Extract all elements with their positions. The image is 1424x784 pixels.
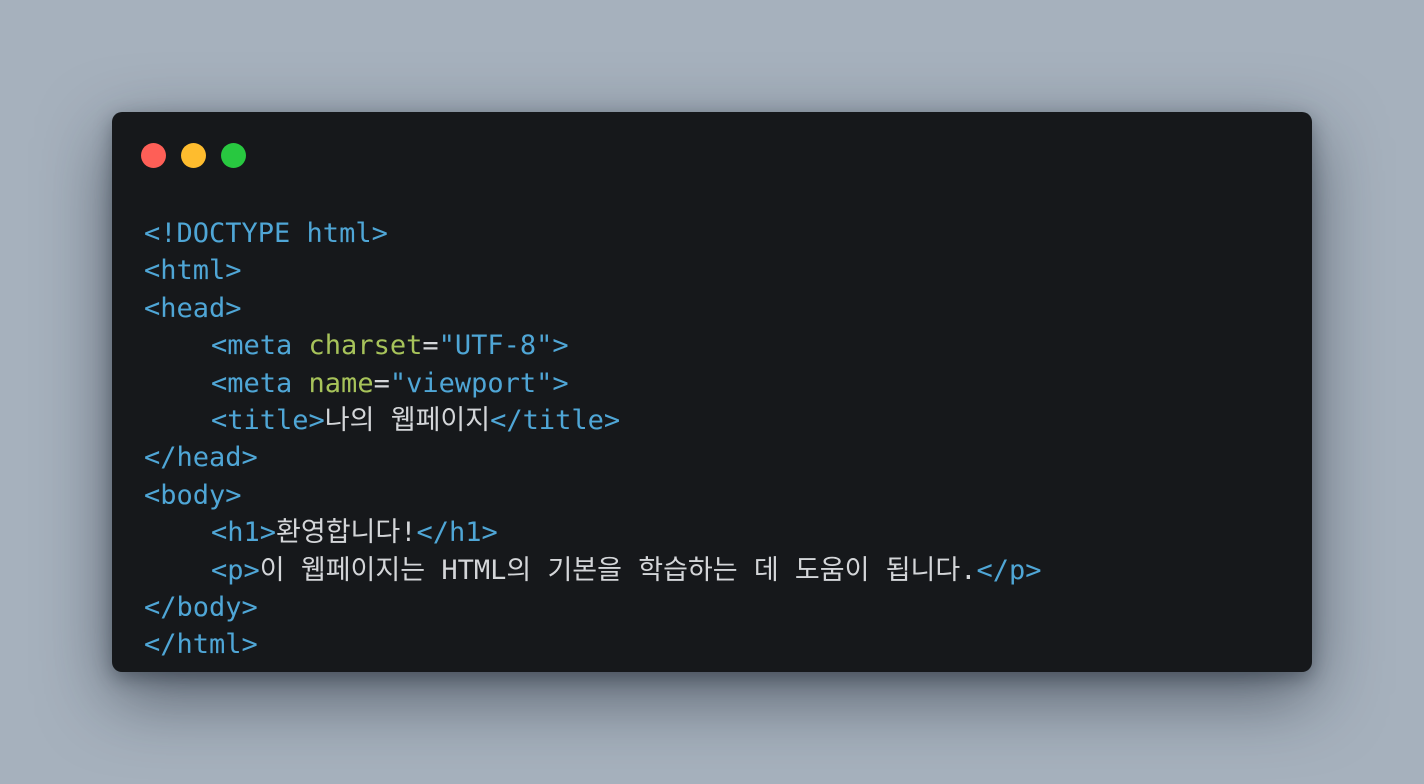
code-line-doctype: <!DOCTYPE html> (144, 215, 1042, 252)
window-controls (141, 143, 246, 168)
code-line-paragraph: <p>이 웹페이지는 HTML의 기본을 학습하는 데 도움이 됩니다.</p> (144, 552, 1042, 589)
h1-text: 환영합니다! (276, 517, 417, 549)
code-line-body-close: </body> (144, 589, 1042, 626)
h1-open-tag: <h1> (211, 517, 277, 549)
p-open-tag: <p> (211, 554, 260, 586)
title-text: 나의 웹페이지 (324, 404, 491, 436)
code-window: <!DOCTYPE html> <html> <head> <meta charset… (112, 112, 1312, 672)
equals-sign: = (373, 367, 390, 399)
head-close-tag: </head> (144, 442, 258, 474)
body-close-tag: </body> (144, 591, 258, 623)
code-line-head-open: <head> (144, 290, 1042, 327)
code-line-body-open: <body> (144, 477, 1042, 514)
code-line-h1: <h1>환영합니다!</h1> (144, 514, 1042, 551)
body-open-tag: <body> (144, 479, 242, 511)
charset-attribute: charset (308, 330, 423, 362)
maximize-dot-icon[interactable] (221, 143, 246, 168)
equals-sign: = (422, 330, 439, 362)
close-dot-icon[interactable] (141, 143, 166, 168)
minimize-dot-icon[interactable] (181, 143, 206, 168)
code-block: <!DOCTYPE html> <html> <head> <meta charset… (144, 215, 1042, 664)
title-close-tag: </title> (490, 404, 621, 436)
meta-open-token: <meta (211, 367, 309, 399)
code-line-meta-charset: <meta charset="UTF-8"> (144, 327, 1042, 364)
tag-close-bracket: > (552, 367, 569, 399)
code-line-html-close: </html> (144, 626, 1042, 663)
code-line-html-open: <html> (144, 252, 1042, 289)
title-open-tag: <title> (211, 404, 325, 436)
doctype-token: <!DOCTYPE html> (144, 218, 388, 249)
html-close-tag: </html> (144, 629, 258, 661)
html-open-tag: <html> (144, 255, 242, 287)
name-attribute: name (308, 367, 374, 399)
code-line-title: <title>나의 웹페이지</title> (144, 402, 1042, 439)
charset-value: "UTF-8" (438, 330, 553, 362)
code-line-meta-viewport: <meta name="viewport"> (144, 365, 1042, 402)
p-close-tag: </p> (976, 554, 1042, 586)
paragraph-text: 이 웹페이지는 HTML의 기본을 학습하는 데 도움이 됩니다. (259, 554, 977, 586)
head-open-tag: <head> (144, 292, 242, 324)
tag-close-bracket: > (552, 330, 569, 362)
meta-open-token: <meta (211, 330, 309, 362)
h1-close-tag: </h1> (416, 517, 498, 549)
code-line-head-close: </head> (144, 439, 1042, 476)
name-value: "viewport" (389, 367, 553, 399)
